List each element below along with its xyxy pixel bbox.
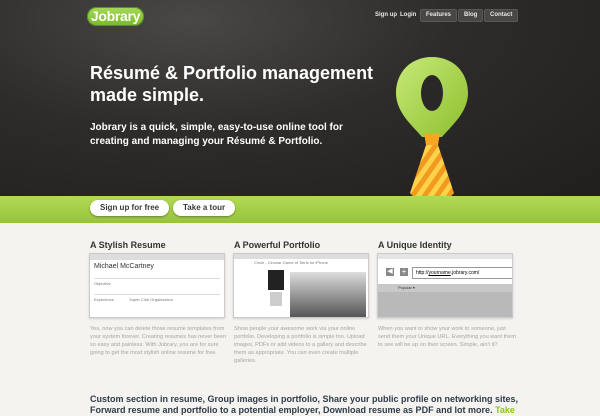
resume-screenshot: Michael McCartney Objective Experience S… [89, 253, 225, 318]
url-suffix: .jobrary.com/ [450, 270, 480, 276]
portfolio-preview [290, 272, 366, 317]
hero-headline: Résumé & Portfolio management made simpl… [90, 63, 374, 105]
browser-url-field: http://yourname.jobrary.com/ [412, 267, 512, 279]
feature-text-identity: When you want to show your work to someo… [378, 326, 517, 348]
signup-free-button[interactable]: Sign up for free [90, 200, 170, 216]
url-prefix: http:// [416, 270, 429, 276]
hero-section: Jobrary Sign up Login Features Blog Cont… [0, 0, 600, 196]
portfolio-screenshot: Circle - Circular Game of Tetris for iPh… [233, 253, 369, 318]
resume-shot-row: Experience Super Club Organization [94, 294, 220, 302]
url-highlight: yourname [428, 270, 451, 276]
nav-contact-button[interactable]: Contact [484, 9, 519, 22]
resume-shot-row: Objective [94, 278, 220, 286]
plus-icon: + [400, 267, 408, 276]
bottom-feature-summary: Custom section in resume, Group images i… [90, 394, 520, 416]
resume-shot-row-label: Experience [94, 297, 115, 302]
nav-features-button[interactable]: Features [420, 9, 458, 22]
portfolio-thumb [268, 270, 284, 290]
feature-text-portfolio: Show people your awesome work via your o… [234, 326, 367, 364]
nav-blog-button[interactable]: Blog [458, 9, 484, 22]
bottom-summary-text: Custom section in resume, Group images i… [90, 394, 519, 415]
take-tour-button[interactable]: Take a tour [173, 200, 236, 216]
browser-page [378, 292, 512, 317]
hero-subtitle: Jobrary is a quick, simple, easy-to-use … [90, 122, 343, 147]
resume-shot-name: Michael McCartney [94, 263, 154, 270]
resume-shot-item: Super Club Organization [129, 297, 173, 302]
feature-title-portfolio: A Powerful Portfolio [234, 240, 321, 250]
jobrary-logo[interactable]: Jobrary [87, 7, 144, 26]
portfolio-thumb [270, 292, 282, 306]
feature-text-resume: Yes, now you can delete those resume tem… [90, 326, 227, 356]
feature-title-identity: A Unique Identity [378, 240, 452, 250]
feature-title-resume: A Stylish Resume [90, 240, 166, 250]
portfolio-shot-caption: Circle - Circular Game of Tetris for iPh… [254, 260, 328, 265]
nav-login-link[interactable]: Login [400, 10, 416, 20]
identity-screenshot: ◀ + http://yourname.jobrary.com/ Popular… [377, 253, 513, 318]
nav-signup-link[interactable]: Sign up [375, 10, 397, 20]
back-icon: ◀ [386, 268, 394, 276]
browser-tabbar [378, 254, 512, 259]
take-tour-link[interactable]: Take [495, 405, 515, 415]
browser-bookmarks-bar: Popular ▾ [378, 284, 512, 292]
